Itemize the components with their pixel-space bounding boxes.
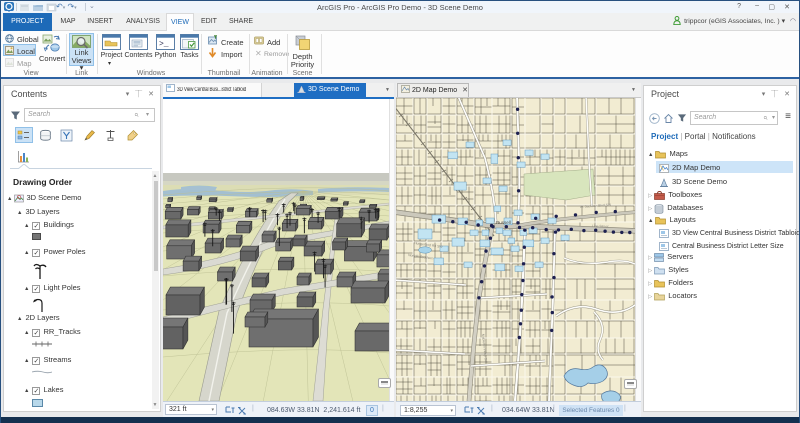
svg-text:>_: >_: [159, 40, 169, 49]
svg-text:Russell: Russell: [496, 220, 511, 225]
svg-text:Line Street: Line Street: [592, 224, 609, 229]
